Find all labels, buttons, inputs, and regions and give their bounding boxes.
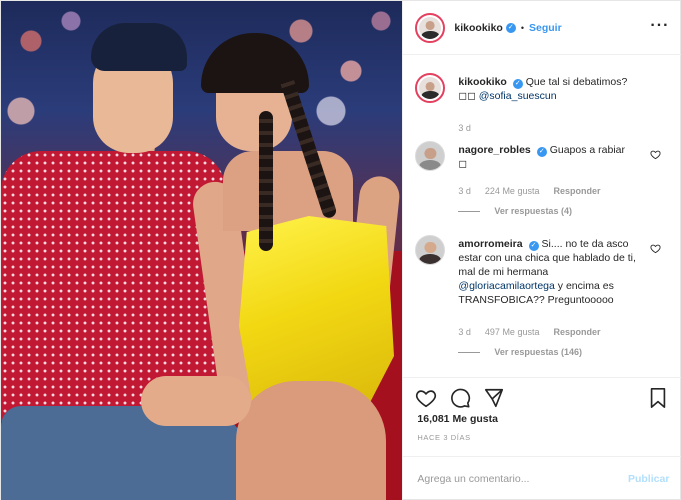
caption-mention[interactable]: @sofia_suescun xyxy=(479,90,557,102)
follow-button[interactable]: Seguir xyxy=(529,22,562,34)
caption-meta: 3 d xyxy=(458,123,471,133)
comment-emoji: ◻ xyxy=(458,158,468,170)
heart-icon[interactable] xyxy=(650,149,661,160)
post-date[interactable]: HACE 3 DÍAS xyxy=(417,433,470,442)
likes-count[interactable]: 16,081 Me gusta xyxy=(417,413,498,425)
post-side-panel: kikookiko ✓ • Seguir ··· kikookiko ✓ Que … xyxy=(402,1,681,500)
photo-braid-left xyxy=(259,111,273,251)
instagram-post: kikookiko ✓ • Seguir ··· kikookiko ✓ Que … xyxy=(0,0,681,500)
separator-dot: • xyxy=(520,22,524,33)
avatar-image xyxy=(419,77,442,99)
caption-time[interactable]: 3 d xyxy=(458,123,471,133)
verified-icon: ✓ xyxy=(512,79,523,89)
add-comment-bar: Agrega un comentario... Publicar xyxy=(403,456,681,500)
photo-man-hair xyxy=(91,23,187,71)
photo-woman-leg xyxy=(236,381,386,500)
reply-button[interactable]: Responder xyxy=(553,186,600,196)
avatar-body xyxy=(419,253,442,264)
view-replies-label: Ver respuestas (146) xyxy=(494,347,582,357)
caption-username[interactable]: kikookiko xyxy=(458,76,506,88)
avatar[interactable] xyxy=(415,12,446,43)
comment-likes[interactable]: 497 Me gusta xyxy=(485,327,540,337)
avatar-body xyxy=(419,159,442,170)
comment-input[interactable]: Agrega un comentario... xyxy=(417,473,628,485)
bookmark-icon[interactable] xyxy=(647,387,669,409)
comments-list[interactable]: kikookiko ✓ Que tal si debatimos? ◻◻ @sof… xyxy=(403,55,681,377)
avatar-face xyxy=(426,21,435,31)
comment-time[interactable]: 3 d xyxy=(458,186,471,196)
comment-icon[interactable] xyxy=(449,387,471,409)
avatar-face xyxy=(426,81,435,91)
caption-emoji: ◻◻ xyxy=(458,90,476,102)
avatar[interactable] xyxy=(415,141,446,171)
comment-likes[interactable]: 224 Me gusta xyxy=(485,186,540,196)
photo-woman-chest xyxy=(223,151,353,231)
post-photo[interactable] xyxy=(1,1,403,500)
avatar[interactable] xyxy=(415,235,446,265)
avatar-body xyxy=(421,91,439,99)
avatar-face xyxy=(424,148,436,160)
heart-icon[interactable] xyxy=(415,387,437,409)
more-horizontal-icon[interactable]: ··· xyxy=(650,17,669,35)
verified-icon: ✓ xyxy=(536,147,547,157)
comment-username[interactable]: amorromeira xyxy=(458,238,522,250)
avatar-body xyxy=(421,30,439,39)
replies-line xyxy=(458,210,481,212)
comment-time[interactable]: 3 d xyxy=(458,327,471,337)
comment-meta: 3 d 497 Me gusta Responder xyxy=(458,327,600,337)
photo-hands xyxy=(141,376,251,426)
heart-icon[interactable] xyxy=(650,243,661,254)
comment-mention[interactable]: @gloriacamilaortega xyxy=(458,280,554,292)
reply-button[interactable]: Responder xyxy=(553,327,600,337)
comment-meta: 3 d 224 Me gusta Responder xyxy=(458,186,600,196)
caption-text: kikookiko ✓ Que tal si debatimos? ◻◻ @sof… xyxy=(458,75,645,103)
share-icon[interactable] xyxy=(483,387,505,409)
avatar[interactable] xyxy=(415,73,446,103)
caption-body: Que tal si debatimos? xyxy=(525,76,628,88)
verified-icon: ✓ xyxy=(528,241,539,251)
post-header: kikookiko ✓ • Seguir ··· xyxy=(403,1,681,55)
avatar-face xyxy=(424,242,436,254)
avatar-image xyxy=(419,16,442,39)
view-replies-button[interactable]: Ver respuestas (4) xyxy=(458,206,572,216)
verified-icon: ✓ xyxy=(505,22,516,33)
comment-body: Guapos a rabiar xyxy=(549,144,625,156)
view-replies-button[interactable]: Ver respuestas (146) xyxy=(458,347,582,357)
comment-username[interactable]: nagore_robles xyxy=(458,144,530,156)
publish-button[interactable]: Publicar xyxy=(628,473,669,485)
replies-line xyxy=(458,351,481,353)
comment-text: nagore_robles ✓ Guapos a rabiar ◻ xyxy=(458,143,645,171)
comment-text: amorromeira ✓ Si.... no te da asco estar … xyxy=(458,237,645,307)
view-replies-label: Ver respuestas (4) xyxy=(494,206,572,216)
post-author-username[interactable]: kikookiko xyxy=(454,22,502,34)
